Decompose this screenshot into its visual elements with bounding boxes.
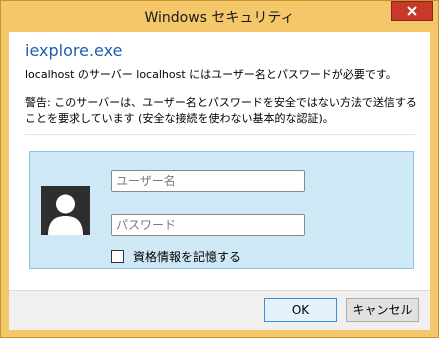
password-input[interactable] bbox=[111, 214, 305, 236]
window-title: Windows セキュリティ bbox=[144, 10, 295, 26]
security-dialog-window: Windows セキュリティ iexplore.exe localhost のサ… bbox=[0, 0, 439, 338]
security-warning: 警告: このサーバーは、ユーザー名とパスワードを安全ではない方法で送信することを… bbox=[25, 96, 417, 125]
remember-label: 資格情報を記憶する bbox=[133, 250, 242, 264]
app-name: iexplore.exe bbox=[25, 41, 123, 60]
button-bar: OK キャンセル bbox=[9, 290, 430, 330]
divider bbox=[25, 134, 415, 135]
user-avatar-icon bbox=[41, 186, 90, 235]
close-icon bbox=[406, 5, 418, 17]
cancel-button[interactable]: キャンセル bbox=[346, 298, 419, 322]
remember-credentials[interactable]: 資格情報を記憶する bbox=[111, 248, 241, 265]
auth-message: localhost のサーバー localhost にはユーザー名とパスワードが… bbox=[25, 68, 397, 81]
ok-button[interactable]: OK bbox=[264, 298, 337, 322]
username-input[interactable] bbox=[111, 170, 305, 192]
dialog-content: iexplore.exe localhost のサーバー localhost に… bbox=[9, 32, 430, 290]
credential-panel: 資格情報を記憶する bbox=[29, 151, 414, 269]
close-button[interactable] bbox=[391, 1, 433, 21]
remember-checkbox[interactable] bbox=[111, 250, 124, 263]
title-bar[interactable]: Windows セキュリティ bbox=[1, 1, 438, 32]
